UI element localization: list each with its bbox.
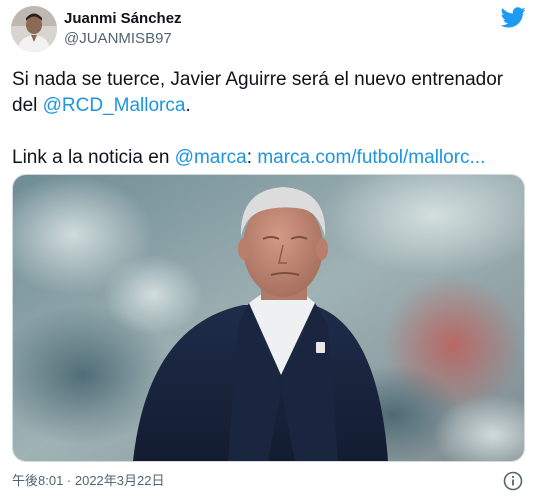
tweet-text-line2-suffix: .: [185, 95, 191, 116]
tweet-photo[interactable]: [12, 174, 525, 462]
link-prefix-text: Link a la noticia en: [12, 147, 175, 168]
article-url-link[interactable]: marca.com/futbol/mallorc...: [257, 147, 485, 168]
link-colon-text: :: [246, 147, 258, 168]
tweet-text-line2-prefix: del: [12, 95, 43, 116]
avatar[interactable]: [11, 6, 57, 52]
tweet-line-4: Link a la noticia en @marca: marca.com/f…: [12, 145, 527, 171]
mention-source-link[interactable]: @marca: [175, 147, 247, 168]
info-icon[interactable]: [503, 471, 523, 491]
author-handle[interactable]: @JUANMISB97: [64, 30, 172, 48]
mention-club-link[interactable]: @RCD_Mallorca: [43, 95, 186, 116]
tweet-text-line1: Si nada se tuerce, Javier Aguirre será e…: [12, 69, 504, 90]
tweet-text: Si nada se tuerce, Javier Aguirre será e…: [12, 67, 527, 171]
twitter-bird-icon[interactable]: [501, 7, 526, 28]
photo-coach-image: [13, 175, 524, 461]
author-name[interactable]: Juanmi Sánchez: [64, 10, 182, 28]
tweet-timestamp[interactable]: 午後8:01 · 2022年3月22日: [12, 472, 164, 490]
tweet-line-1: Si nada se tuerce, Javier Aguirre será e…: [12, 67, 527, 93]
tweet-card: Juanmi Sánchez @JUANMISB97 Si nada se tu…: [0, 0, 537, 499]
tweet-line-2: del @RCD_Mallorca.: [12, 93, 527, 119]
